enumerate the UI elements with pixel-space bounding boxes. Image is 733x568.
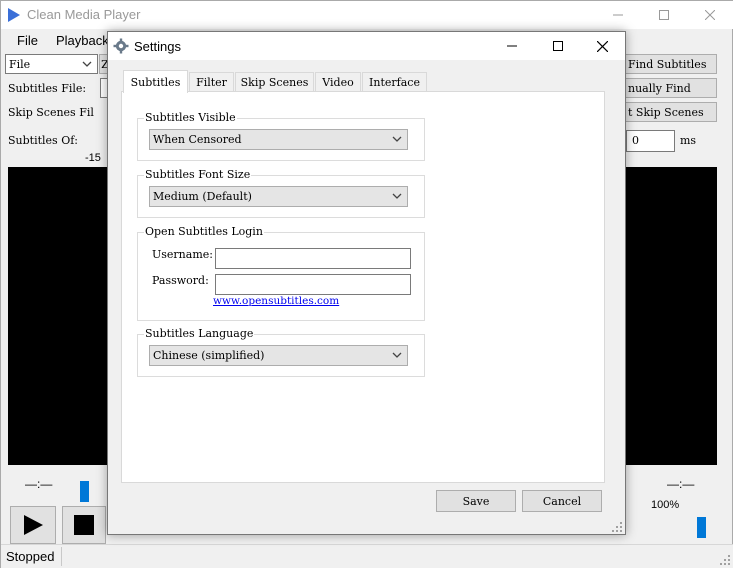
tab-filter[interactable]: Filter (189, 72, 234, 92)
resize-grip-icon[interactable] (611, 521, 623, 533)
file-combo[interactable]: File (5, 54, 98, 74)
app-play-icon (8, 8, 20, 22)
status-bar: Stopped (1, 544, 733, 568)
dialog-titlebar: Settings (108, 32, 625, 60)
save-button-label: Save (462, 494, 490, 508)
find-subtitles-label: Find Subtitles (628, 57, 707, 71)
minimize-icon (507, 45, 517, 47)
login-group: Open Subtitles Login Username: Password:… (137, 225, 425, 321)
find-subtitles-button[interactable]: Find Subtitles (625, 54, 717, 74)
close-icon (596, 40, 608, 52)
tab-video[interactable]: Video (315, 72, 361, 92)
tab-filter-label: Filter (196, 76, 227, 89)
font-size-select[interactable]: Medium (Default) (149, 186, 408, 207)
manually-find-button[interactable]: nually Find (625, 78, 717, 98)
play-button[interactable] (10, 506, 56, 544)
tab-video-label: Video (322, 76, 354, 89)
offset-input[interactable]: 0 (626, 130, 675, 152)
subtitles-visible-group: Subtitles Visible When Censored (137, 111, 425, 161)
tab-interface-label: Interface (369, 76, 420, 89)
language-group: Subtitles Language Chinese (simplified) (137, 327, 425, 377)
file-combo-value: File (9, 57, 31, 71)
subtitles-visible-label: Subtitles Visible (144, 111, 237, 124)
password-label: Password: (152, 274, 209, 287)
time-right: —:— (667, 477, 695, 491)
subtitles-offset-label: Subtitles Of: (8, 134, 78, 147)
menu-file[interactable]: File (17, 33, 38, 48)
chevron-down-icon (392, 352, 402, 358)
dialog-title: Settings (134, 39, 181, 54)
offset-min-label: -15 (85, 152, 101, 164)
dialog-minimize-button[interactable] (489, 32, 535, 60)
tab-subtitles-label: Subtitles (130, 75, 181, 89)
language-value: Chinese (simplified) (153, 349, 265, 362)
seek-slider-thumb[interactable] (80, 481, 89, 502)
cancel-button[interactable]: Cancel (522, 490, 602, 512)
status-divider (61, 547, 62, 566)
subtitles-tab-panel: Subtitles Visible When Censored Subtitle… (121, 91, 605, 483)
tab-skip-scenes[interactable]: Skip Scenes (235, 72, 314, 92)
volume-slider-thumb[interactable] (697, 517, 706, 538)
skip-scenes-label: t Skip Scenes (628, 105, 704, 119)
password-input[interactable] (215, 274, 411, 295)
offset-unit: ms (680, 134, 697, 147)
opensubtitles-link[interactable]: www.opensubtitles.com (213, 295, 339, 307)
gear-icon (113, 38, 129, 54)
save-button[interactable]: Save (436, 490, 516, 512)
main-titlebar: Clean Media Player (1, 1, 733, 29)
time-left: —:— (25, 477, 53, 491)
main-minimize-button[interactable] (595, 1, 641, 29)
stop-button[interactable] (62, 506, 106, 544)
skip-scenes-button[interactable]: t Skip Scenes (625, 102, 717, 122)
main-close-button[interactable] (687, 1, 733, 29)
font-size-value: Medium (Default) (153, 190, 252, 203)
volume-label: 100% (651, 499, 680, 511)
language-select[interactable]: Chinese (simplified) (149, 345, 408, 366)
menu-playback[interactable]: Playback (56, 33, 109, 48)
skip-scenes-file-label: Skip Scenes Fil (8, 106, 94, 119)
status-text: Stopped (6, 549, 55, 564)
cancel-button-label: Cancel (542, 494, 582, 508)
stop-icon (74, 515, 94, 535)
chevron-down-icon (392, 136, 402, 142)
font-size-group: Subtitles Font Size Medium (Default) (137, 168, 425, 218)
play-icon (24, 515, 43, 535)
subtitles-file-label: Subtitles File: (8, 82, 87, 95)
username-label: Username: (152, 248, 213, 261)
offset-input-value: 0 (632, 134, 639, 147)
language-label: Subtitles Language (144, 327, 255, 340)
settings-dialog: Settings Subtitles Filter Skip Scenes Vi… (107, 31, 626, 535)
resize-grip-icon[interactable] (719, 554, 731, 566)
chevron-down-icon (82, 61, 92, 67)
main-maximize-button[interactable] (641, 1, 687, 29)
font-size-label: Subtitles Font Size (144, 168, 252, 181)
close-icon (705, 10, 715, 20)
username-input[interactable] (215, 248, 411, 269)
manually-find-label: nually Find (628, 81, 691, 95)
tab-subtitles[interactable]: Subtitles (123, 70, 188, 93)
dialog-maximize-button[interactable] (535, 32, 581, 60)
subtitles-visible-value: When Censored (153, 133, 242, 146)
main-window-title: Clean Media Player (27, 7, 141, 22)
minimize-icon (613, 14, 623, 16)
maximize-icon (659, 10, 669, 20)
tab-interface[interactable]: Interface (362, 72, 427, 92)
dialog-close-button[interactable] (579, 32, 625, 60)
chevron-down-icon (392, 193, 402, 199)
subtitles-visible-select[interactable]: When Censored (149, 129, 408, 150)
maximize-icon (553, 41, 563, 51)
tab-skip-scenes-label: Skip Scenes (240, 76, 309, 89)
login-label: Open Subtitles Login (144, 225, 264, 238)
